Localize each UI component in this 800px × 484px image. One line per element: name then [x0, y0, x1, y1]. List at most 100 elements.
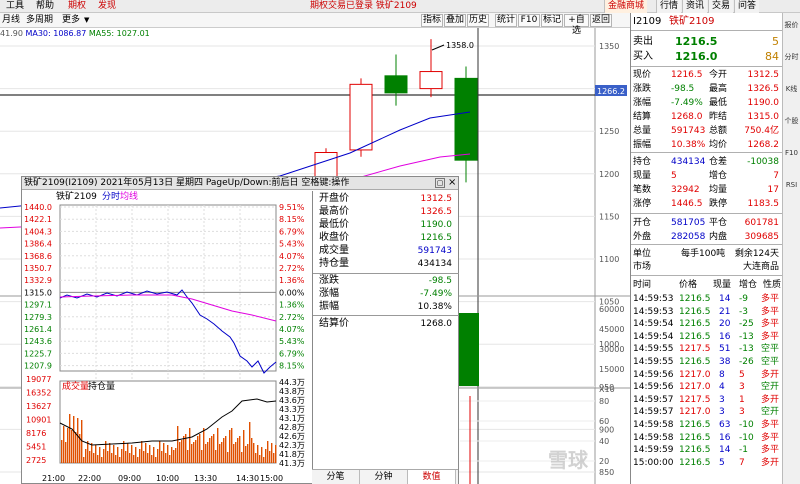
tick-oi-change: -9 [739, 294, 748, 304]
tick-volume: 3 [719, 394, 725, 405]
candlestick [349, 78, 373, 157]
candlestick [384, 54, 408, 106]
sidebar-item-5[interactable]: RSI [784, 181, 799, 209]
tick-price: 1216.5 [679, 432, 711, 443]
bid-row[interactable]: 买入 1216.0 84 [631, 50, 783, 64]
tab-news[interactable]: 资讯 [682, 0, 708, 13]
oi-tick-label: 43.6万 [279, 396, 305, 405]
tick-price: 1216.5 [679, 420, 711, 430]
quote-value: 1326.5 [747, 84, 780, 94]
back-button[interactable]: 返回 [590, 14, 612, 27]
tick-time: 14:59:56 [633, 369, 674, 380]
info-label: 涨幅 [319, 288, 339, 299]
volume-bar [157, 449, 159, 463]
tick-volume: 16 [719, 331, 731, 342]
tick-row[interactable]: 14:59:58 1216.5 16 -10 多平 [631, 432, 783, 444]
tab-trade[interactable]: 交易 [708, 0, 734, 13]
volume-bar [209, 438, 211, 463]
tick-oi-change: 3 [739, 382, 745, 393]
tick-row[interactable]: 14:59:56 1217.0 4 3 空开 [631, 381, 783, 393]
volume-bar [175, 448, 177, 463]
period-monthly[interactable]: 月线 [2, 15, 20, 26]
volume-bar [193, 442, 195, 463]
mark-button[interactable]: 标记 [541, 14, 563, 27]
ask-row[interactable]: 卖出 1216.5 5 [631, 35, 783, 49]
tick-oi-change: -1 [739, 445, 748, 456]
stats-button[interactable]: 统计 [495, 14, 517, 27]
tab-qa[interactable]: 问答 [734, 0, 760, 13]
tick-volume: 38 [719, 357, 731, 367]
volume-bar [233, 444, 235, 463]
tab-minutes[interactable]: 分钟 [360, 470, 408, 484]
pct-tick-label: 6.79% [279, 227, 305, 236]
candlestick [419, 39, 443, 98]
sidebar-item-3[interactable]: 个股 [784, 117, 799, 145]
intraday-chart[interactable]: 1440.0 9.51% 1422.1 8.15% 1404.3 6.79% 1386.4 5… [22, 191, 312, 484]
chevron-down-icon[interactable]: ▼ [84, 15, 89, 26]
tab-values[interactable]: 数值 [408, 470, 456, 484]
popup-title[interactable]: 铁矿2109(I2109) 2021年05月13日 星期四 PageUp/Dow… [22, 177, 458, 190]
volume-bar [113, 445, 115, 463]
oi-tick-label: 43.8万 [279, 387, 305, 396]
volume-bar [235, 442, 237, 463]
price-tick-label: 1100 [599, 255, 619, 264]
restore-icon[interactable]: ▢ [435, 178, 445, 188]
menu-options[interactable]: 期权 [68, 1, 86, 12]
tick-row[interactable]: 14:59:58 1216.5 63 -10 多平 [631, 419, 783, 431]
tick-row[interactable]: 14:59:54 1216.5 16 -13 多平 [631, 331, 783, 343]
period-more[interactable]: 更多 [62, 15, 80, 26]
menu-help[interactable]: 帮助 [36, 1, 54, 12]
add-watchlist-button[interactable]: +自选 [564, 14, 589, 36]
quote-row-rows-4: 总量 591743 总额 750.4亿 [631, 125, 783, 137]
volume-bar [249, 422, 251, 463]
price-tick-label: 1386.4 [24, 240, 52, 249]
oi-tick-label: 42.3万 [279, 441, 305, 450]
tab-ticks[interactable]: 分笔 [312, 470, 360, 484]
close-icon[interactable]: × [448, 177, 456, 189]
tick-row[interactable]: 14:59:54 1216.5 20 -25 多平 [631, 318, 783, 330]
tab-quotes[interactable]: 行情 [656, 0, 682, 13]
volume-bar [183, 436, 185, 463]
tick-row[interactable]: 14:59:56 1217.0 8 5 多开 [631, 369, 783, 381]
tick-row[interactable]: 14:59:55 1216.5 38 -26 空平 [631, 356, 783, 368]
sidebar-item-4[interactable]: F10 [784, 149, 799, 177]
sidebar-item-2[interactable]: K线 [784, 85, 799, 113]
tick-row[interactable]: 14:59:55 1217.5 51 -13 空平 [631, 343, 783, 355]
tick-type: 多平 [761, 420, 780, 430]
period-multi[interactable]: 多周期 [26, 15, 53, 26]
info-value: 1326.5 [420, 207, 453, 217]
quote-value: 591743 [671, 126, 706, 136]
indicator-button[interactable]: 指标 [421, 14, 443, 27]
volume-bar [207, 442, 209, 463]
tick-volume: 20 [719, 319, 731, 330]
menu-tools[interactable]: 工具 [6, 1, 24, 12]
pct-tick-label: 8.15% [279, 215, 305, 224]
tick-row[interactable]: 14:59:59 1216.5 14 -1 多平 [631, 444, 783, 456]
volume-bar [69, 414, 71, 463]
volume-bar [165, 453, 167, 463]
history-button[interactable]: 历史 [467, 14, 489, 27]
overlay-button[interactable]: 叠加 [444, 14, 466, 27]
quote-label: 持仓 [633, 157, 652, 167]
intraday-popup[interactable]: 铁矿2109(I2109) 2021年05月13日 星期四 PageUp/Dow… [21, 176, 459, 484]
pct-tick-label: 0.00% [279, 288, 305, 297]
tick-row[interactable]: 14:59:53 1216.5 21 -3 多平 [631, 306, 783, 318]
tick-row[interactable]: 15:00:00 1216.5 5 7 多开 [631, 457, 783, 469]
quote-value: 7 [773, 171, 779, 181]
tick-row[interactable]: 14:59:57 1217.0 3 3 空开 [631, 406, 783, 418]
tab-mall[interactable]: 金融商城 [604, 0, 648, 13]
f10-button[interactable]: F10 [518, 14, 540, 27]
volume-bar [77, 418, 79, 463]
lower-tick-label: 80 [599, 397, 609, 406]
tick-row[interactable]: 14:59:53 1216.5 14 -9 多平 [631, 293, 783, 305]
volume-bar [191, 444, 193, 463]
menu-discover[interactable]: 发现 [98, 1, 116, 12]
sidebar-item-1[interactable]: 分时 [784, 53, 799, 81]
sidebar-item-0[interactable]: 报价 [784, 21, 799, 49]
quote-row-rows-5: 振幅 10.38% 均价 1268.2 [631, 139, 783, 151]
popup-info-panel: 开盘价 1312.5 最高价 1326.5 最低价 1190.0 收盘价 1216.5 成交量 5… [312, 191, 459, 469]
quote-label: 均价 [709, 140, 728, 150]
tick-row[interactable]: 14:59:57 1217.5 3 1 多开 [631, 394, 783, 406]
oi-tick-label: 41.3万 [279, 459, 305, 468]
pct-tick-label: 5.43% [279, 337, 305, 346]
